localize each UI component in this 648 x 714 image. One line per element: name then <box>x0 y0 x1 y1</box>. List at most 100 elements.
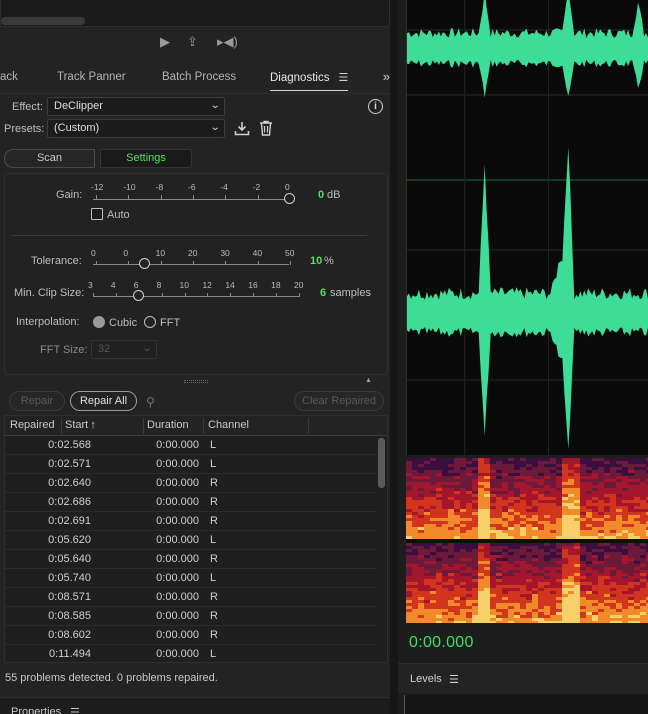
column-separator[interactable] <box>61 418 62 434</box>
clear-repaired-button[interactable]: Clear Repaired <box>294 391 384 411</box>
tab-overflow-icon[interactable]: » <box>383 69 390 84</box>
spectral-cell <box>406 497 412 500</box>
spectral-cell <box>496 479 502 482</box>
table-row[interactable]: 0:08.585 0:00.000 R <box>5 607 377 626</box>
fft-radio[interactable] <box>144 316 156 328</box>
tab-diagnostics-label: Diagnostics <box>270 72 330 84</box>
table-row[interactable]: 0:02.691 0:00.000 R <box>5 512 377 531</box>
settings-button[interactable]: Settings <box>100 149 192 168</box>
column-separator[interactable] <box>203 418 204 434</box>
vertical-scrollbar[interactable] <box>378 438 385 488</box>
tab-track-panner[interactable]: Track Panner <box>57 71 126 83</box>
spectral-cell <box>484 503 490 506</box>
tab-diagnostics[interactable]: Diagnostics ☰ <box>270 71 349 91</box>
gain-slider-knob[interactable] <box>284 193 295 204</box>
spectral-cell <box>616 588 622 591</box>
tab-batch-process[interactable]: Batch Process <box>162 71 236 83</box>
save-preset-icon[interactable] <box>234 121 250 136</box>
presets-select[interactable]: (Custom) ⌄ <box>47 119 225 138</box>
spectral-cell <box>550 543 556 546</box>
panel-menu-icon[interactable]: ☰ <box>338 71 348 84</box>
spectral-cell <box>562 609 568 612</box>
spectral-cell <box>574 549 580 552</box>
spectral-cell <box>490 476 496 479</box>
column-header-start[interactable]: Start ↑ <box>65 419 96 431</box>
spectral-cell <box>610 576 616 579</box>
levels-menu-icon[interactable]: ☰ <box>449 673 459 686</box>
waveform-display[interactable] <box>406 0 648 455</box>
table-row[interactable]: 0:08.602 0:00.000 R <box>5 626 377 645</box>
spectral-cell <box>610 579 616 582</box>
spectral-cell <box>460 600 466 603</box>
spectral-cell <box>448 549 454 552</box>
column-header-repaired[interactable]: Repaired <box>10 419 55 431</box>
spectral-cell <box>538 546 544 549</box>
spectral-cell <box>562 482 568 485</box>
current-time-display[interactable]: 0:00.000 <box>409 634 474 652</box>
loop-volume-icon[interactable]: ▸◀) <box>217 34 238 50</box>
spectral-cell <box>424 527 430 530</box>
scan-button[interactable]: Scan <box>4 149 95 168</box>
collapse-caret-icon[interactable]: ▲ <box>365 377 372 384</box>
spectral-cell <box>502 509 508 512</box>
spectral-cell <box>436 615 442 618</box>
spectral-cell <box>472 509 478 512</box>
spectral-cell <box>490 576 496 579</box>
spectral-cell <box>592 597 598 600</box>
table-row[interactable]: 0:11.494 0:00.000 L <box>5 645 377 662</box>
table-row[interactable]: 0:05.620 0:00.000 L <box>5 531 377 550</box>
auto-checkbox[interactable] <box>91 208 103 220</box>
spectral-cell <box>430 488 436 491</box>
tolerance-value[interactable]: 10 <box>310 255 322 267</box>
problems-table: Repaired Start ↑ Duration Channel 0:02.56… <box>4 415 388 663</box>
column-header-duration[interactable]: Duration <box>147 419 189 431</box>
spectral-cell <box>526 509 532 512</box>
table-row[interactable]: 0:02.571 0:00.000 L <box>5 455 377 474</box>
min-clip-value[interactable]: 6 <box>320 287 326 299</box>
play-icon[interactable]: ▶ <box>160 34 170 50</box>
table-row[interactable]: 0:05.740 0:00.000 L <box>5 569 377 588</box>
export-icon[interactable]: ⇪ <box>187 34 198 50</box>
levels-tab[interactable]: Levels <box>410 673 442 685</box>
spectral-cell <box>556 536 562 539</box>
table-row[interactable]: 0:02.568 0:00.000 L <box>5 436 377 455</box>
spectral-cell <box>406 576 412 579</box>
spectral-cell <box>616 597 622 600</box>
table-row[interactable]: 0:05.640 0:00.000 R <box>5 550 377 569</box>
table-row[interactable]: 0:02.686 0:00.000 R <box>5 493 377 512</box>
spectral-display[interactable] <box>406 458 648 623</box>
repair-button[interactable]: Repair <box>9 391 65 411</box>
cubic-radio[interactable] <box>93 316 105 328</box>
spectral-cell <box>634 536 640 539</box>
min-clip-slider-knob[interactable] <box>132 290 144 301</box>
resize-grip[interactable] <box>184 380 208 383</box>
table-row[interactable]: 0:02.640 0:00.000 R <box>5 474 377 493</box>
properties-menu-icon[interactable]: ☰ <box>70 706 80 714</box>
spectral-cell <box>412 521 418 524</box>
spectral-cell <box>478 494 484 497</box>
effect-select[interactable]: DeClipper ⌄ <box>47 97 225 116</box>
spectral-cell <box>520 485 526 488</box>
gain-value[interactable]: 0 <box>318 189 324 201</box>
spectral-cell <box>406 618 412 621</box>
column-separator[interactable] <box>143 418 144 434</box>
spectral-cell <box>496 594 502 597</box>
delete-preset-icon[interactable] <box>259 120 273 136</box>
spectral-cell <box>550 503 556 506</box>
spectral-cell <box>574 543 580 546</box>
tab-partial[interactable]: ack <box>0 71 18 83</box>
info-icon[interactable]: i <box>368 99 383 114</box>
column-header-channel[interactable]: Channel <box>208 419 249 431</box>
spectral-cell <box>526 473 532 476</box>
table-row[interactable]: 0:08.571 0:00.000 R <box>5 588 377 607</box>
properties-tab[interactable]: Properties <box>11 706 61 714</box>
zoom-to-selection-icon[interactable]: ⚲ <box>146 395 155 409</box>
spectral-cell <box>598 500 604 503</box>
tolerance-slider-knob[interactable] <box>138 258 150 269</box>
spectral-cell <box>430 458 436 461</box>
horizontal-scrollbar[interactable] <box>1 17 85 25</box>
repair-all-button[interactable]: Repair All <box>70 391 137 411</box>
spectral-cell <box>436 570 442 573</box>
column-separator[interactable] <box>308 418 309 434</box>
spectral-cell <box>466 606 472 609</box>
